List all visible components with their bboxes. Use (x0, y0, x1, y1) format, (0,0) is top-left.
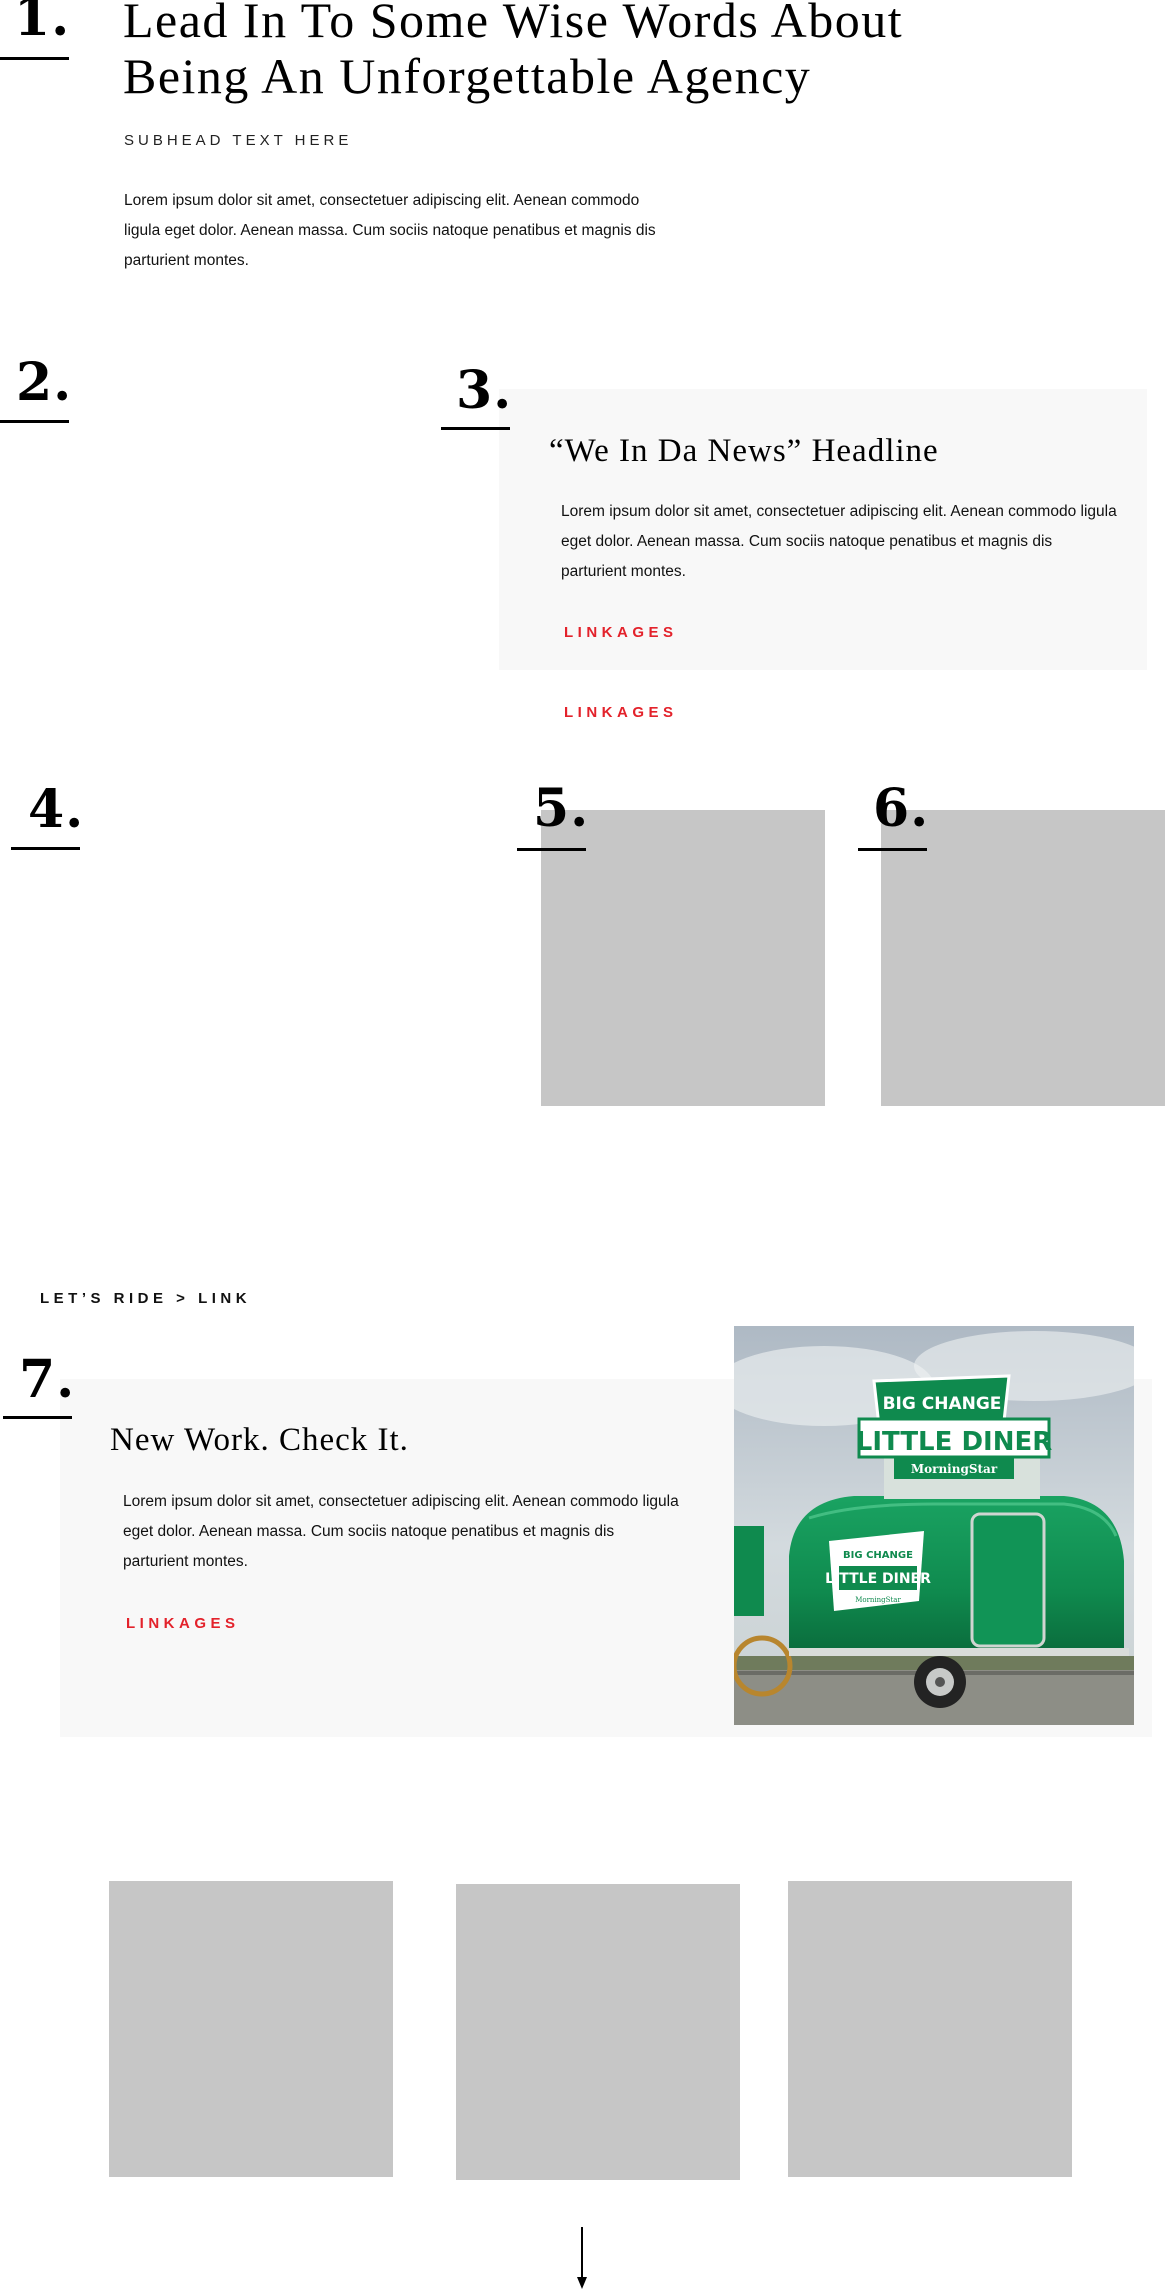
section-number-5: 5. (533, 778, 590, 839)
news-headline: “We In Da News” Headline (549, 433, 939, 469)
new-work-headline: New Work. Check It. (110, 1422, 409, 1458)
trailer-badge-brand: MorningStar (855, 1596, 901, 1604)
arrow-down-icon[interactable] (574, 2227, 590, 2291)
section-number-underline (0, 57, 69, 60)
sign-main-text: LITTLE DINER (856, 1427, 1053, 1457)
lets-ride-link[interactable]: LET’S RIDE > LINK (40, 1290, 251, 1307)
section-number-7: 7. (19, 1349, 76, 1410)
section-number-underline (517, 848, 586, 851)
sign-top-text: BIG CHANGE (883, 1394, 1002, 1414)
section-number-6: 6. (873, 778, 930, 839)
image-placeholder-5 (541, 810, 825, 1106)
section-number-underline (441, 427, 510, 430)
page-headline: Lead In To Some Wise Words About Being A… (123, 0, 1163, 104)
image-placeholder-bottom-3 (788, 1881, 1072, 2177)
little-diner-trailer-photo: BIG CHANGE LITTLE DINER MorningStar BIG … (734, 1326, 1134, 1725)
section-number-4: 4. (28, 779, 85, 840)
image-placeholder-bottom-1 (109, 1881, 393, 2177)
sign-brand-text: MorningStar (911, 1462, 998, 1476)
trailer-badge-main: LITTLE DINER (825, 1571, 931, 1587)
section-number-underline (3, 1416, 72, 1419)
intro-paragraph: Lorem ipsum dolor sit amet, consectetuer… (124, 192, 656, 269)
section-number-2: 2. (16, 352, 73, 413)
section-number-underline (11, 847, 80, 850)
new-work-linkages-link[interactable]: LINKAGES (126, 1615, 240, 1632)
section-number-1: 1. (14, 0, 71, 48)
section-number-3: 3. (456, 360, 513, 421)
section-number-underline (0, 420, 69, 423)
new-work-paragraph: Lorem ipsum dolor sit amet, consectetuer… (123, 1493, 679, 1570)
headline-line-1: Lead In To Some Wise Words About (123, 0, 904, 48)
headline-line-2: Being An Unforgettable Agency (123, 48, 812, 104)
linkages-link[interactable]: LINKAGES (564, 624, 678, 641)
trailer-badge-top: BIG CHANGE (843, 1550, 913, 1561)
image-placeholder-bottom-2 (456, 1884, 740, 2180)
news-paragraph: Lorem ipsum dolor sit amet, consectetuer… (561, 503, 1117, 580)
section-number-underline (858, 848, 927, 851)
subhead: SUBHEAD TEXT HERE (124, 132, 353, 149)
linkages-link-secondary[interactable]: LINKAGES (564, 704, 678, 721)
image-placeholder-6 (881, 810, 1165, 1106)
